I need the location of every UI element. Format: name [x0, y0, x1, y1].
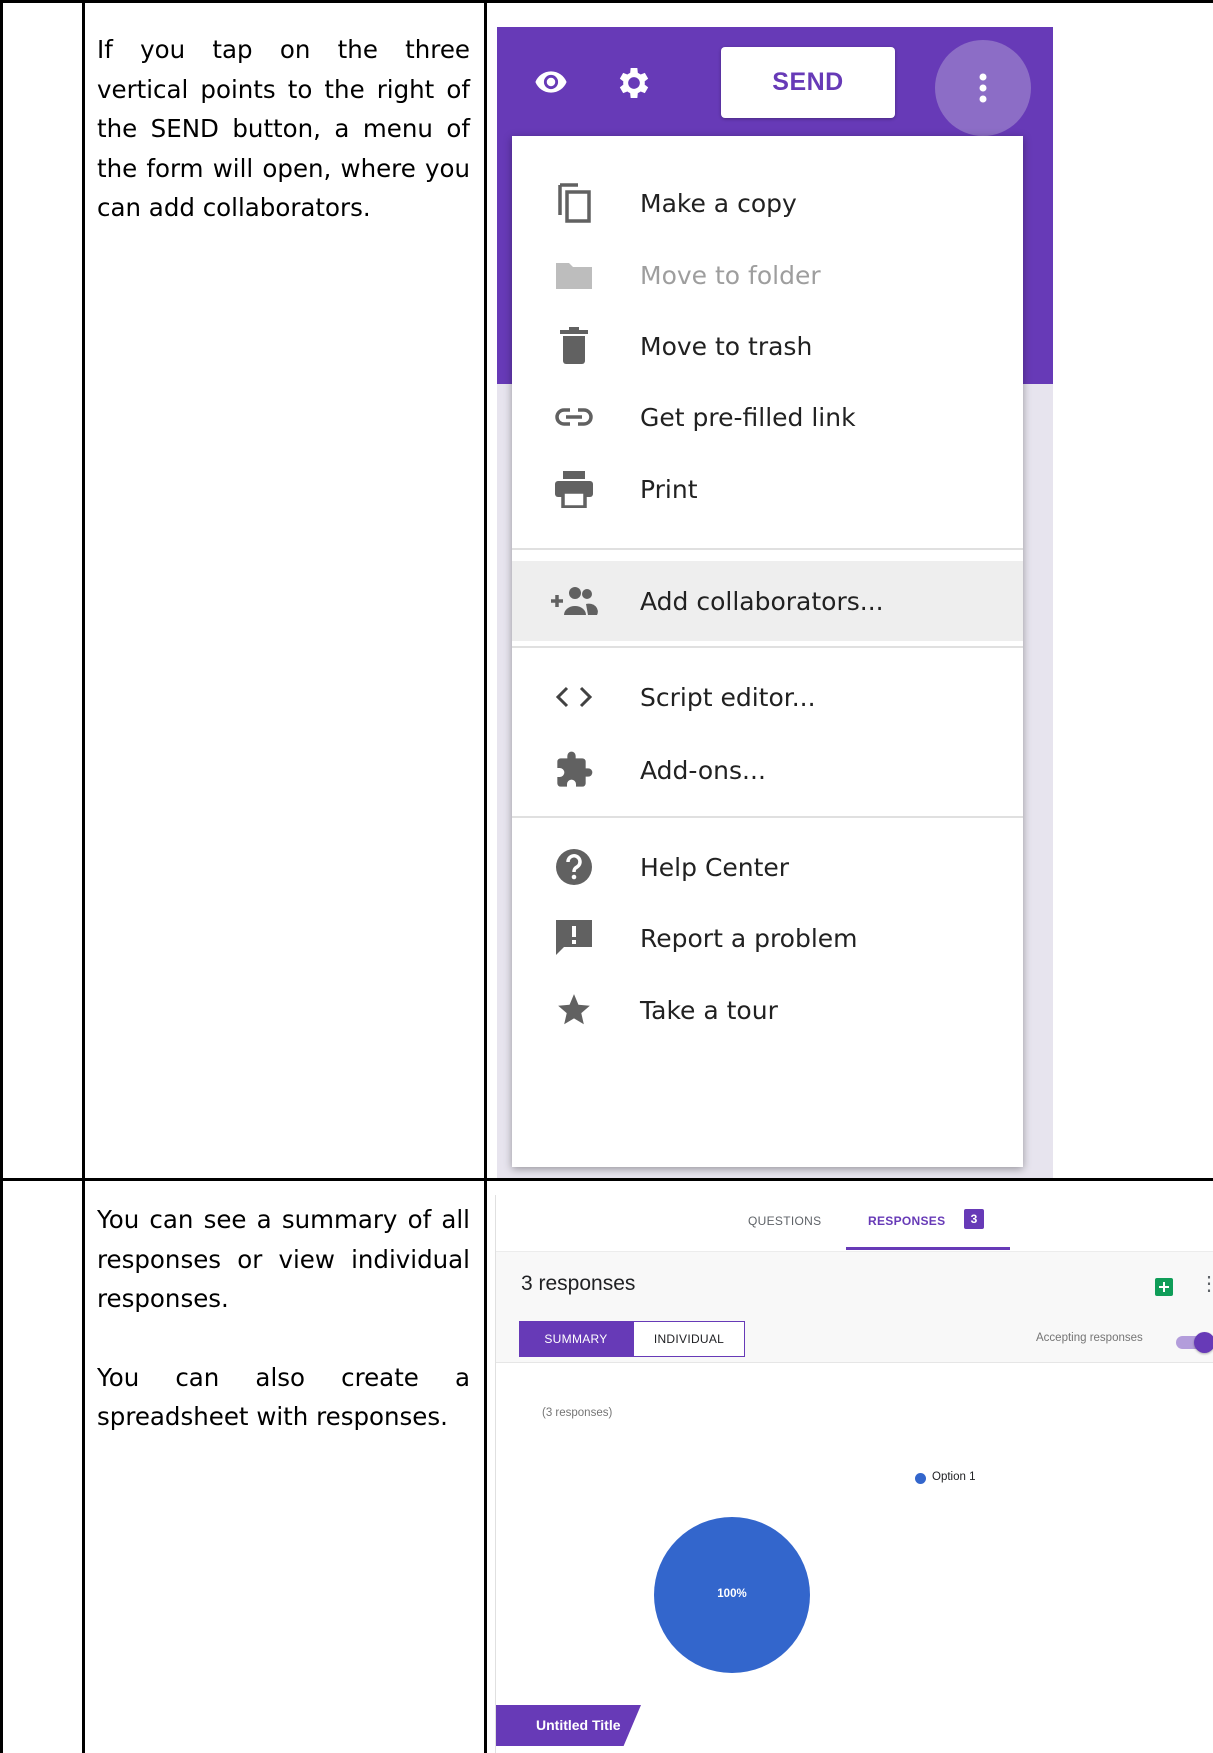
row2-paragraph-2: You can also create a spreadsheet with r…	[97, 1362, 470, 1432]
menu-item-label: Add-ons...	[640, 755, 766, 785]
folder-icon	[550, 251, 598, 299]
row2-paragraph-1: You can see a summary of all responses o…	[97, 1205, 470, 1313]
menu-item-report-problem[interactable]: Report a problem	[512, 898, 1023, 978]
menu-item-label: Take a tour	[640, 995, 778, 1025]
menu-item-make-copy[interactable]: Make a copy	[512, 163, 1023, 243]
star-icon	[550, 986, 598, 1034]
document-table: If you tap on the three vertical points …	[0, 0, 1213, 1753]
form-menu-screenshot: SEND Make a copy Move to folder Move to …	[497, 27, 1053, 1178]
menu-item-script-editor[interactable]: Script editor...	[512, 657, 1023, 737]
menu-item-print[interactable]: Print	[512, 449, 1023, 529]
menu-divider	[512, 646, 1023, 648]
link-icon	[550, 393, 598, 441]
menu-item-label: Get pre-filled link	[640, 402, 856, 432]
help-icon	[550, 843, 598, 891]
responses-count-badge: 3	[964, 1209, 984, 1229]
menu-item-take-tour[interactable]: Take a tour	[512, 970, 1023, 1050]
tab-questions[interactable]: QUESTIONS	[748, 1214, 821, 1228]
send-button[interactable]: SEND	[721, 47, 895, 118]
responses-header-panel: 3 responses ⋮ SUMMARY INDIVIDUAL Accepti…	[496, 1251, 1213, 1363]
menu-item-label: Script editor...	[640, 682, 816, 712]
more-vert-icon[interactable]: ⋮	[1199, 1274, 1213, 1294]
menu-divider	[512, 548, 1023, 550]
menu-item-move-to-folder[interactable]: Move to folder	[512, 235, 1023, 315]
menu-item-label: Report a problem	[640, 923, 858, 953]
more-options-button[interactable]	[935, 40, 1031, 136]
menu-item-add-ons[interactable]: Add-ons...	[512, 730, 1023, 810]
menu-item-move-to-trash[interactable]: Move to trash	[512, 306, 1023, 386]
table-column-divider-2	[484, 0, 487, 1753]
spreadsheet-icon[interactable]	[1155, 1278, 1173, 1296]
copy-icon	[550, 179, 598, 227]
table-border-left	[0, 0, 3, 1753]
menu-item-prefilled-link[interactable]: Get pre-filled link	[512, 377, 1023, 457]
form-title: Untitled Title	[536, 1717, 621, 1733]
responses-screenshot: QUESTIONS RESPONSES 3 3 responses ⋮ SUMM…	[495, 1195, 1213, 1753]
eye-icon[interactable]	[532, 65, 570, 104]
table-row-divider	[0, 1178, 1213, 1181]
menu-item-label: Add collaborators...	[640, 586, 884, 616]
overflow-menu: Make a copy Move to folder Move to trash…	[512, 136, 1023, 1167]
menu-item-help-center[interactable]: Help Center	[512, 827, 1023, 907]
menu-item-label: Make a copy	[640, 188, 797, 218]
menu-item-label: Move to trash	[640, 331, 813, 361]
menu-item-label: Print	[640, 474, 698, 504]
form-title-tag: Untitled Title	[496, 1705, 641, 1746]
active-tab-indicator	[846, 1247, 1010, 1250]
menu-item-label: Move to folder	[640, 260, 821, 290]
tab-responses[interactable]: RESPONSES	[868, 1214, 945, 1228]
pie-slice-label: 100%	[717, 1588, 747, 1600]
row1-paragraph: If you tap on the three vertical points …	[97, 35, 470, 222]
trash-icon	[550, 322, 598, 370]
gear-icon[interactable]	[614, 63, 654, 108]
summary-tab-button[interactable]: SUMMARY	[519, 1321, 633, 1357]
legend-label-option-1: Option 1	[932, 1471, 976, 1483]
row2-description: You can see a summary of all responses o…	[97, 1200, 470, 1437]
toggle-knob	[1194, 1332, 1213, 1353]
puzzle-icon	[550, 746, 598, 794]
printer-icon	[550, 465, 598, 513]
feedback-icon	[550, 914, 598, 962]
row1-description: If you tap on the three vertical points …	[97, 30, 470, 228]
menu-item-label: Help Center	[640, 852, 790, 882]
add-people-icon	[550, 577, 598, 625]
code-icon	[550, 673, 598, 721]
vertical-dots-icon	[979, 73, 987, 103]
form-tab-bar: QUESTIONS RESPONSES 3	[496, 1195, 1213, 1251]
menu-divider	[512, 816, 1023, 818]
individual-tab-button[interactable]: INDIVIDUAL	[633, 1321, 745, 1357]
legend-swatch-option-1	[915, 1473, 926, 1484]
table-column-divider-1	[82, 0, 85, 1753]
table-border-top	[0, 0, 1213, 3]
accepting-responses-label: Accepting responses	[1036, 1332, 1143, 1344]
question-response-count: (3 responses)	[542, 1407, 613, 1419]
menu-item-add-collaborators[interactable]: Add collaborators...	[512, 561, 1023, 641]
responses-count-title: 3 responses	[521, 1272, 636, 1295]
